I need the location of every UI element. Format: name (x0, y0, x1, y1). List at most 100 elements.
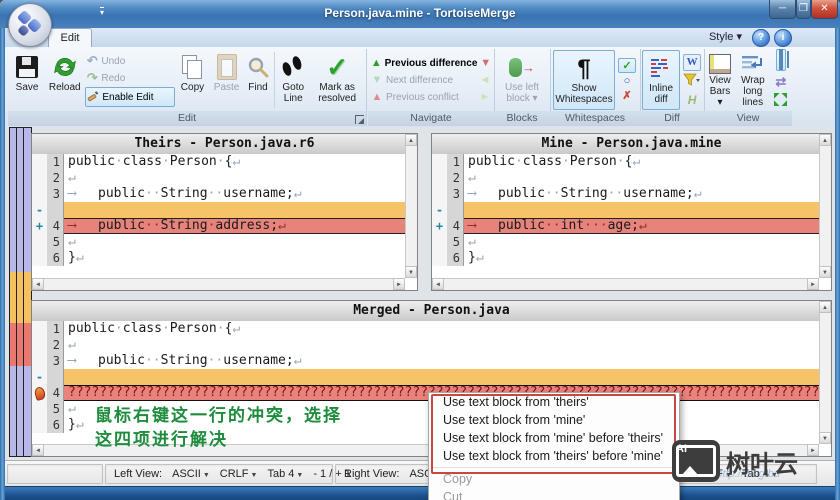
check-small-icon[interactable]: ✓ (618, 58, 636, 73)
scroll-up-icon[interactable]: ▲ (405, 134, 417, 146)
vertical-scrollbar[interactable]: ▲ ▼ (819, 134, 831, 278)
scroll-down-icon[interactable]: ▼ (819, 266, 831, 278)
left-view-eol[interactable]: CRLF▼ (220, 468, 258, 480)
group-label-navigate: Navigate (368, 111, 494, 126)
cross-icon[interactable]: ✗ (622, 89, 631, 102)
mark-as-resolved-button[interactable]: ✓ Mark as resolved (310, 50, 364, 110)
scroll-left-icon[interactable]: ◄ (432, 278, 444, 290)
group-label-edit: Edit (8, 111, 366, 126)
right-view-label: Right View: (344, 468, 399, 480)
scroll-down-icon[interactable]: ▼ (819, 432, 831, 444)
maximize-button[interactable]: ❐ (796, 0, 811, 19)
menu-item-use-block[interactable]: Use text block from 'mine' before 'their… (429, 429, 679, 447)
diff-marker (432, 170, 447, 186)
scroll-right-icon[interactable]: ► (393, 278, 405, 290)
pane-theirs: Theirs - Person.java.r6 1public·class·Pe… (31, 133, 418, 291)
app-menu-button[interactable] (8, 3, 52, 47)
copy-button[interactable]: Copy (175, 50, 211, 110)
diff-locator-bar[interactable] (9, 127, 32, 457)
scroll-left-icon[interactable]: ◄ (32, 278, 44, 290)
expand-arrows-icon[interactable] (774, 93, 787, 111)
tab-edit[interactable]: Edit (48, 28, 92, 48)
menu-item-use-block[interactable]: Use text block from 'mine' (429, 411, 679, 429)
diff-marker (432, 234, 447, 250)
filter-icon[interactable] (683, 73, 701, 91)
code-line: 6}↵ (432, 250, 819, 266)
swap-arrows-icon[interactable]: ⇄ (775, 74, 786, 90)
quick-access-dropdown-icon[interactable]: ▾ (100, 7, 104, 17)
undo-icon: ↶ (85, 53, 99, 69)
code-line: +4⟶public··int···age;↵ (432, 218, 819, 234)
pane-title-mine: Mine - Person.java.mine (432, 134, 831, 155)
wrap-lines-icon (741, 55, 765, 73)
code-area-theirs[interactable]: 1public·class·Person·{↵2↵3⟶public··Strin… (32, 154, 405, 278)
menu-item-use-block[interactable]: Use text block from 'theirs' (429, 393, 679, 411)
redo-button[interactable]: ↷ Redo (85, 70, 174, 86)
menu-separator (433, 467, 675, 468)
inline-diff-button[interactable]: Inline diff (642, 50, 680, 110)
code-line: 1public·class·Person·{↵ (32, 321, 819, 337)
arrow-left-pale-icon: ◄ (478, 74, 492, 86)
title-bar[interactable]: Person.java.mine - TortoiseMerge ▾ ─ ❐ ✕ (0, 0, 840, 29)
left-view-label: Left View: (114, 468, 162, 480)
vertical-scrollbar[interactable]: ▲ ▼ (819, 301, 831, 444)
show-whitespaces-button[interactable]: ¶ Show Whitespaces (553, 50, 615, 110)
arrow-down-red-icon[interactable]: ▼ (479, 57, 492, 69)
scroll-up-icon[interactable]: ▲ (819, 134, 831, 146)
code-line: 5↵ (432, 234, 819, 250)
scroll-down-icon[interactable]: ▼ (405, 266, 417, 278)
code-line: 4???????????????????????????????????????… (32, 385, 819, 401)
window-title: Person.java.mine - TortoiseMerge (0, 6, 840, 20)
code-area-mine[interactable]: 1public·class·Person·{↵2↵3⟶public··Strin… (432, 154, 819, 278)
view-bars-button[interactable]: View Bars ▾ (706, 50, 734, 110)
style-dropdown[interactable]: Style ▾ (709, 30, 742, 43)
arrow-right-pale-icon: ► (478, 91, 492, 103)
scroll-left-icon[interactable]: ◄ (32, 444, 44, 456)
reload-button[interactable]: Reload (44, 50, 85, 110)
previous-conflict-button[interactable]: ▲ Previous conflict ► (370, 89, 492, 106)
goto-line-button[interactable]: Goto Line (276, 50, 310, 110)
enable-edit-button[interactable]: Enable Edit (85, 87, 174, 107)
minimize-button[interactable]: ─ (769, 0, 796, 19)
next-difference-button[interactable]: ▼ Next difference ◄ (370, 72, 492, 89)
left-view-encoding[interactable]: ASCII▼ (172, 468, 210, 480)
word-diff-icon[interactable]: W (683, 54, 701, 71)
undo-button[interactable]: ↶ Undo (85, 53, 174, 69)
menu-item-use-block[interactable]: Use text block from 'theirs' before 'min… (429, 447, 679, 465)
line-text: ↵ (464, 234, 819, 250)
use-left-block-button[interactable]: → Use left block ▾ (496, 50, 548, 110)
help-icon[interactable]: ? (752, 29, 770, 47)
scroll-right-icon[interactable]: ► (807, 444, 819, 456)
vertical-scrollbar[interactable]: ▲ ▼ (405, 134, 417, 278)
wrap-long-lines-button[interactable]: Wrap long lines (735, 50, 771, 110)
menu-item-cut[interactable]: Cut (429, 488, 679, 500)
save-button[interactable]: Save (10, 50, 44, 110)
footprints-icon (282, 55, 304, 79)
horizontal-scrollbar[interactable]: ◄ ► (432, 278, 819, 290)
close-button[interactable]: ✕ (811, 0, 838, 19)
left-view-tab[interactable]: Tab 4▼ (267, 468, 303, 480)
menu-item-copy[interactable]: Copy (429, 470, 679, 488)
find-button[interactable]: Find (243, 50, 274, 110)
split-view-icon[interactable] (776, 49, 786, 71)
horizontal-scrollbar[interactable]: ◄ ► (32, 278, 405, 290)
arrow-down-pale-icon: ▼ (370, 74, 384, 86)
h-icon[interactable]: H (688, 93, 697, 107)
diff-marker (32, 154, 47, 170)
dialog-launcher-icon[interactable] (355, 115, 364, 124)
previous-difference-button[interactable]: ▲ Previous difference ▼ (370, 55, 492, 72)
line-text (464, 202, 819, 218)
conflict-icon (33, 386, 46, 401)
scroll-right-icon[interactable]: ► (807, 278, 819, 290)
circle-icon[interactable]: ○ (624, 75, 631, 87)
paste-icon (217, 54, 237, 80)
line-number: 2 (47, 337, 64, 353)
line-text: ⟶public··String··username;↵ (464, 186, 819, 202)
info-icon[interactable]: i (774, 29, 792, 47)
code-line: 1public·class·Person·{↵ (32, 154, 405, 170)
paste-button[interactable]: Paste (210, 50, 242, 110)
diff-marker: - (432, 202, 447, 218)
scroll-up-icon[interactable]: ▲ (819, 301, 831, 313)
diff-marker (32, 417, 47, 433)
line-number: 3 (47, 186, 64, 202)
